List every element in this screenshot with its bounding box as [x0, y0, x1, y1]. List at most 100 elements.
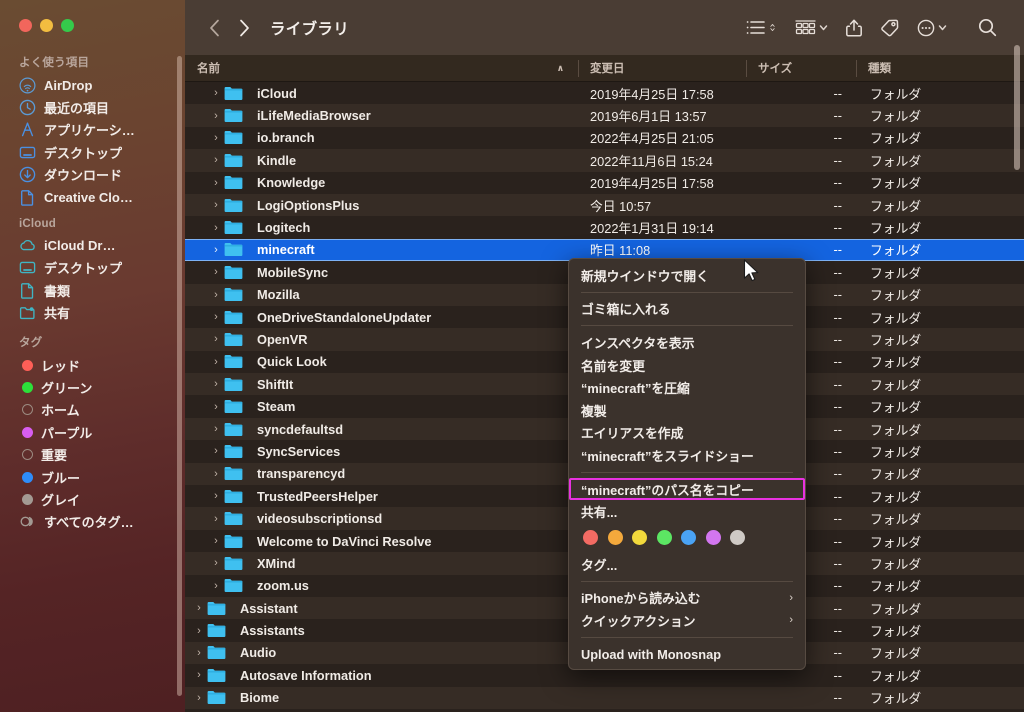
row-name-label: Assistant [240, 600, 298, 616]
disclosure-triangle-icon[interactable]: › [208, 244, 224, 256]
context-menu-item[interactable]: クイックアクション › [569, 609, 805, 632]
disclosure-triangle-icon[interactable]: › [208, 513, 224, 525]
tag-color-swatch[interactable] [583, 530, 598, 546]
context-menu-item[interactable]: “minecraft”をスライドショー [569, 444, 805, 467]
context-menu-item[interactable]: “minecraft”のパス名をコピー [569, 477, 805, 501]
disclosure-triangle-icon[interactable]: › [208, 87, 224, 99]
more-actions-icon[interactable] [908, 13, 956, 43]
sidebar-item-[interactable]: デスクトップ [0, 257, 185, 279]
sidebar-item-[interactable]: グレイ [0, 488, 185, 510]
sidebar-scrollbar[interactable] [177, 56, 182, 696]
context-menu-item[interactable]: “minecraft”を圧縮 [569, 376, 805, 399]
column-header-size[interactable]: サイズ [746, 55, 856, 82]
chevron-down-icon[interactable] [819, 23, 828, 32]
context-menu-item[interactable]: インスペクタを表示 [569, 331, 805, 354]
column-header-name[interactable]: 名前 ∧ [185, 55, 578, 82]
table-row[interactable]: › iLifeMediaBrowser 2019年6月1日 13:57 -- フォルダ [185, 104, 1024, 127]
disclosure-triangle-icon[interactable]: › [208, 468, 224, 480]
context-menu-item[interactable]: Upload with Monosnap [569, 643, 805, 666]
tag-color-swatch[interactable] [681, 530, 696, 546]
disclosure-triangle-icon[interactable]: › [208, 580, 224, 592]
tag-color-swatch[interactable] [607, 530, 623, 546]
table-row[interactable]: › iCloud 2019年4月25日 17:58 -- フォルダ [185, 82, 1024, 104]
context-menu-item[interactable]: 複製 [569, 399, 805, 422]
sidebar-item-[interactable]: ホーム [0, 399, 185, 421]
sidebar-item-iclouddr[interactable]: iCloud Dr… [0, 234, 185, 256]
sidebar-item-creativeclo[interactable]: Creative Clo… [0, 186, 185, 208]
minimize-button[interactable] [40, 19, 53, 32]
folder-icon [224, 534, 250, 549]
disclosure-triangle-icon[interactable]: › [208, 154, 224, 166]
context-menu-item[interactable]: ゴミ箱に入れる [569, 298, 805, 321]
sidebar-item-[interactable]: 書類 [0, 279, 185, 301]
disclosure-triangle-icon[interactable]: › [208, 132, 224, 144]
sidebar-item-[interactable]: パープル [0, 421, 185, 443]
column-header-kind[interactable]: 種類 [856, 55, 996, 82]
share-icon[interactable] [837, 13, 871, 43]
disclosure-triangle-icon[interactable]: › [208, 199, 224, 211]
sidebar-item-[interactable]: ブルー [0, 466, 185, 488]
disclosure-triangle-icon[interactable]: › [208, 110, 224, 122]
disclosure-triangle-icon[interactable]: › [208, 401, 224, 413]
context-menu-item[interactable]: 名前を変更 [569, 354, 805, 377]
sidebar-item-[interactable]: アプリケーシ… [0, 119, 185, 141]
context-menu-item[interactable]: 新規ウインドウで開く [569, 264, 805, 287]
disclosure-triangle-icon[interactable]: › [208, 535, 224, 547]
disclosure-triangle-icon[interactable]: › [208, 490, 224, 502]
table-row[interactable]: › Logitech 2022年1月31日 19:14 -- フォルダ [185, 216, 1024, 238]
table-row[interactable]: › Kindle 2022年11月6日 15:24 -- フォルダ [185, 149, 1024, 172]
menu-separator [581, 471, 793, 473]
table-row[interactable]: › Knowledge 2019年4月25日 17:58 -- フォルダ [185, 172, 1024, 194]
tag-color-swatch[interactable] [632, 530, 647, 546]
zoom-button[interactable] [61, 19, 74, 32]
forward-button[interactable] [229, 13, 259, 43]
disclosure-triangle-icon[interactable]: › [208, 266, 224, 278]
back-button[interactable] [199, 13, 229, 43]
context-menu-item[interactable]: タグ... [569, 553, 805, 576]
group-by-icon[interactable] [786, 13, 837, 43]
column-header-date[interactable]: 変更日 [578, 55, 746, 82]
disclosure-triangle-icon[interactable]: › [208, 311, 224, 323]
disclosure-triangle-icon[interactable]: › [191, 669, 207, 681]
disclosure-triangle-icon[interactable]: › [208, 557, 224, 569]
disclosure-triangle-icon[interactable]: › [208, 378, 224, 390]
context-menu-item[interactable]: エイリアスを作成 [569, 422, 805, 445]
disclosure-triangle-icon[interactable]: › [208, 423, 224, 435]
table-row[interactable]: › Biome -- フォルダ [185, 686, 1024, 709]
sidebar-item-airdrop[interactable]: AirDrop [0, 74, 185, 96]
disclosure-triangle-icon[interactable]: › [191, 625, 207, 637]
tag-color-swatch[interactable] [656, 530, 672, 546]
tag-icon[interactable] [871, 13, 908, 43]
sidebar-item-[interactable]: デスクトップ [0, 141, 185, 163]
disclosure-triangle-icon[interactable]: › [208, 222, 224, 234]
search-icon[interactable] [956, 13, 1006, 43]
sidebar-item-[interactable]: 最近の項目 [0, 96, 185, 118]
sidebar-item-[interactable]: ダウンロード [0, 164, 185, 186]
tag-color-swatch[interactable] [705, 530, 721, 546]
sidebar-item-[interactable]: 重要 [0, 443, 185, 465]
sidebar-item-[interactable]: レッド [0, 354, 185, 376]
table-row[interactable]: › io.branch 2022年4月25日 21:05 -- フォルダ [185, 127, 1024, 149]
disclosure-triangle-icon[interactable]: › [208, 445, 224, 457]
disclosure-triangle-icon[interactable]: › [191, 602, 207, 614]
close-button[interactable] [19, 19, 32, 32]
disclosure-triangle-icon[interactable]: › [208, 289, 224, 301]
chevron-down-icon[interactable] [938, 23, 947, 32]
list-view-icon[interactable] [737, 13, 786, 43]
tag-color-swatch[interactable] [730, 530, 745, 546]
context-menu-item[interactable]: iPhoneから読み込む › [569, 587, 805, 610]
sidebar-item-[interactable]: すべてのタグ… [0, 511, 185, 533]
disclosure-triangle-icon[interactable]: › [191, 692, 207, 704]
file-list-scrollbar[interactable] [1014, 45, 1020, 170]
sidebar-item-[interactable]: 共有 [0, 302, 185, 324]
table-row[interactable]: › LogiOptionsPlus 今日 10:57 -- フォルダ [185, 193, 1024, 217]
folder-icon [224, 108, 250, 123]
disclosure-triangle-icon[interactable]: › [208, 177, 224, 189]
disclosure-triangle-icon[interactable]: › [208, 356, 224, 368]
disclosure-triangle-icon[interactable]: › [191, 647, 207, 659]
sidebar-item-[interactable]: グリーン [0, 376, 185, 398]
disclosure-triangle-icon[interactable]: › [208, 333, 224, 345]
document-icon [19, 189, 36, 206]
sort-updown-icon[interactable] [768, 23, 777, 32]
context-menu-item[interactable]: 共有... [569, 500, 805, 523]
